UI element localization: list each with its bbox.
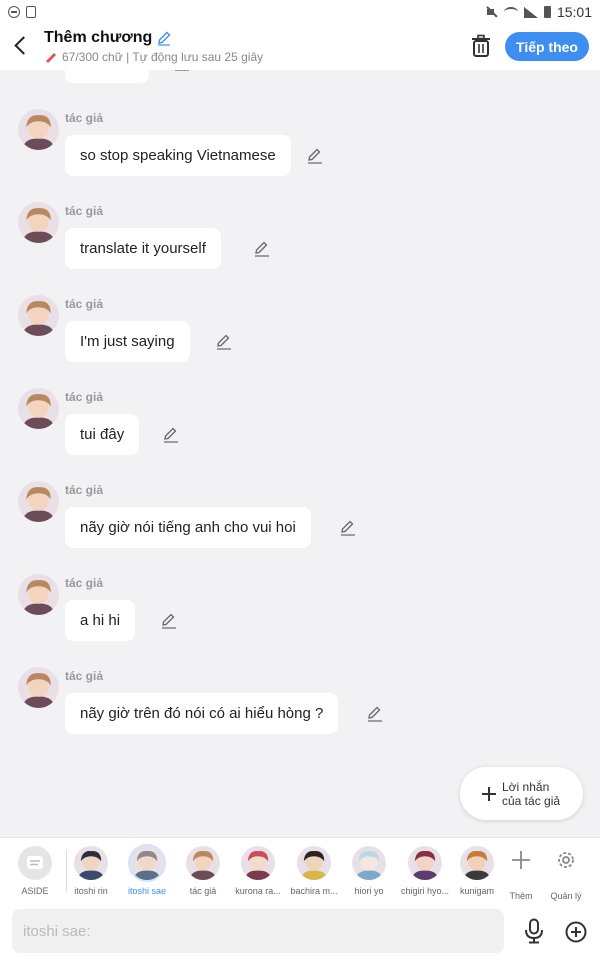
- message-bubble[interactable]: so stop speaking Vietnamese: [65, 135, 291, 176]
- next-button[interactable]: Tiếp theo: [505, 32, 589, 61]
- character-avatar: [408, 846, 442, 880]
- edit-title-icon[interactable]: [156, 30, 172, 46]
- author-avatar[interactable]: [18, 481, 59, 522]
- author-name: tác giả: [65, 111, 104, 125]
- word-count-autosave: 67/300 chữ | Tự động lưu sau 25 giây: [62, 50, 264, 64]
- message-bubble[interactable]: nãy giờ trên đó nói có ai hiểu hòng ?: [65, 693, 339, 734]
- author-avatar[interactable]: [18, 109, 59, 150]
- author-avatar[interactable]: [18, 574, 59, 615]
- character-avatar: [241, 846, 275, 880]
- quill-icon: [46, 53, 56, 63]
- character-avatar: [352, 846, 386, 880]
- app-header: Thêm chương 67/300 chữ | Tự động lưu sau…: [0, 24, 600, 70]
- edit-message-icon[interactable]: [173, 70, 191, 72]
- message-bubble[interactable]: translate it yourself: [65, 228, 221, 269]
- microphone-icon[interactable]: [523, 918, 545, 944]
- status-bar: 15:01: [0, 0, 600, 24]
- mute-icon: [486, 6, 498, 18]
- author-name: tác giả: [65, 297, 104, 311]
- character-name: tác giả: [189, 886, 217, 896]
- character-name: hiori yo: [354, 886, 384, 896]
- author-name: tác giả: [65, 390, 104, 404]
- blocked-circle-icon: [8, 6, 20, 18]
- chat-area[interactable]: too tired tác giả so stop speaking Vietnam…: [0, 70, 600, 837]
- plus-icon: [512, 851, 530, 869]
- character-item[interactable]: itoshi rin: [64, 846, 118, 896]
- edit-message-icon[interactable]: [366, 705, 384, 723]
- edit-message-icon[interactable]: [162, 426, 180, 444]
- aside-icon: [18, 846, 52, 880]
- character-item[interactable]: itoshi sae: [120, 846, 174, 896]
- battery-icon: [543, 6, 551, 18]
- edit-message-icon[interactable]: [160, 612, 178, 630]
- author-name: tác giả: [65, 204, 104, 218]
- character-name: itoshi rin: [74, 886, 108, 896]
- input-bar: [0, 902, 600, 960]
- character-name: itoshi sae: [127, 886, 167, 896]
- author-name: tác giả: [65, 483, 104, 497]
- status-time: 15:01: [556, 4, 592, 20]
- wifi-icon: [503, 7, 518, 17]
- character-item[interactable]: chigiri hyo...: [398, 846, 452, 896]
- message-bubble[interactable]: nãy giờ nói tiếng anh cho vui hoi: [65, 507, 311, 548]
- author-avatar[interactable]: [18, 295, 59, 336]
- author-name: tác giả: [65, 669, 104, 683]
- author-note-line2: của tác giả: [502, 793, 561, 808]
- edit-message-icon[interactable]: [339, 519, 357, 537]
- signal-icon: [523, 6, 538, 18]
- author-note-button[interactable]: Lời nhắn của tác giả: [460, 767, 583, 820]
- message-bubble[interactable]: tui đây: [65, 414, 140, 455]
- manage-label: Quản lý: [550, 891, 582, 901]
- character-name: kunigam: [459, 886, 495, 896]
- page-title: Thêm chương: [44, 29, 153, 46]
- gear-icon: [558, 852, 574, 868]
- author-note-line1: Lời nhắn: [502, 779, 550, 794]
- message-bubble[interactable]: too tired: [65, 70, 150, 83]
- character-bar: Thêm Quản lý ASIDE itoshi rin itoshi sae tá…: [0, 837, 600, 902]
- character-item[interactable]: kunigam: [450, 846, 504, 896]
- character-name: bachira m...: [290, 886, 338, 896]
- plus-icon: [482, 786, 496, 801]
- manage-button[interactable]: Quản lý: [546, 846, 586, 901]
- author-avatar[interactable]: [18, 667, 59, 708]
- author-avatar[interactable]: [18, 388, 59, 429]
- subtitle-row: 67/300 chữ | Tự động lưu sau 25 giây: [44, 50, 263, 64]
- edit-message-icon[interactable]: [253, 240, 271, 258]
- trash-icon[interactable]: [470, 34, 492, 58]
- character-item[interactable]: hiori yo: [342, 846, 396, 896]
- character-avatar: [186, 846, 220, 880]
- back-icon[interactable]: [10, 34, 34, 58]
- author-name: tác giả: [65, 576, 104, 590]
- character-item[interactable]: tác giả: [176, 846, 230, 896]
- character-avatar: [130, 846, 164, 880]
- edit-message-icon[interactable]: [306, 147, 324, 165]
- message-bubble[interactable]: I'm just saying: [65, 321, 190, 362]
- character-name: chigiri hyo...: [400, 886, 450, 896]
- message-input[interactable]: [12, 909, 504, 953]
- edit-message-icon[interactable]: [215, 333, 233, 351]
- title-row: Thêm chương: [44, 29, 172, 47]
- add-character-button[interactable]: Thêm: [501, 846, 541, 901]
- character-avatar: [297, 846, 331, 880]
- message-bubble[interactable]: a hi hi: [65, 600, 136, 641]
- character-avatar: [74, 846, 108, 880]
- character-item[interactable]: kurona ra...: [231, 846, 285, 896]
- character-name: kurona ra...: [235, 886, 281, 896]
- tablet-icon: [26, 6, 36, 18]
- character-item[interactable]: bachira m...: [287, 846, 341, 896]
- author-avatar[interactable]: [18, 202, 59, 243]
- add-character-label: Thêm: [509, 891, 533, 901]
- character-name: ASIDE: [21, 886, 49, 896]
- add-circle-icon[interactable]: [565, 921, 587, 943]
- aside-button[interactable]: ASIDE: [8, 846, 62, 896]
- character-avatar: [460, 846, 494, 880]
